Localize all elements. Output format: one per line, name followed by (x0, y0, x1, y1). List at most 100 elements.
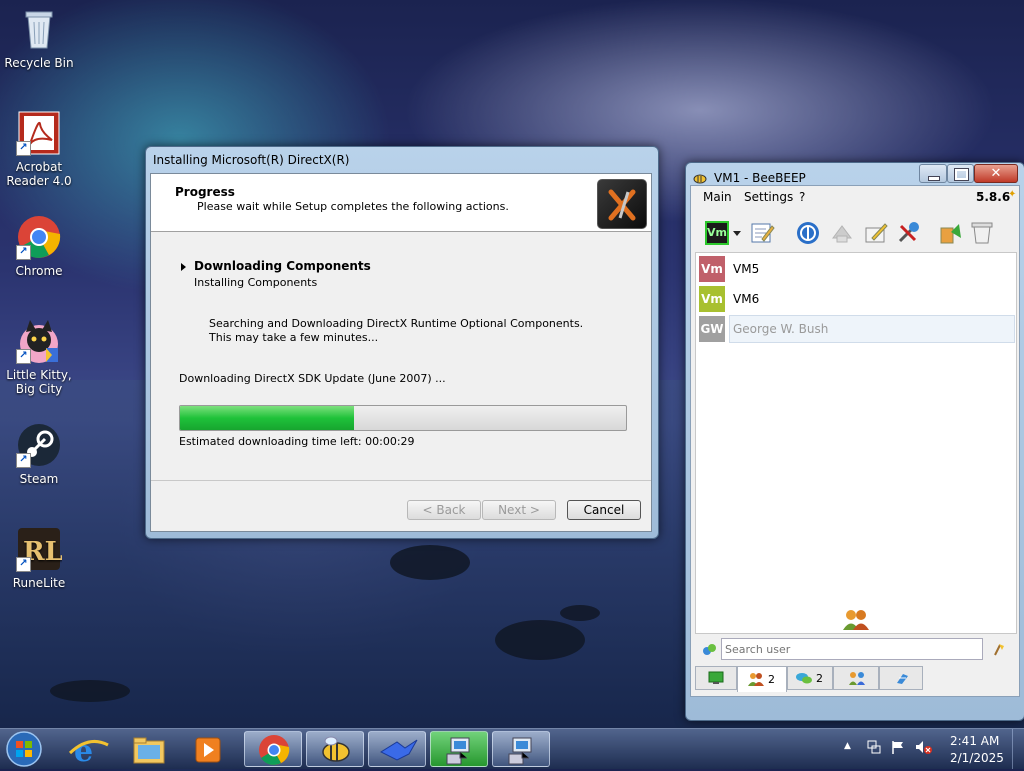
desktop-icon-label: Acrobat Reader 4.0 (6, 160, 72, 188)
avatar: Vm (699, 256, 725, 282)
shortcut-arrow-icon: ↗ (16, 349, 31, 364)
folder-icon (133, 737, 165, 764)
close-icon: ✕ (990, 166, 1002, 181)
start-button[interactable] (4, 730, 44, 768)
show-hidden-icons[interactable]: ▲ (844, 741, 851, 751)
taskbar-chrome[interactable] (244, 731, 302, 767)
installer-title: Installing Microsoft(R) DirectX(R) (153, 153, 350, 167)
tab-users-count: 2 (768, 673, 775, 686)
header-title: Progress (175, 185, 235, 199)
desktop-icon-acrobat[interactable]: ↗ Acrobat Reader 4.0 (4, 110, 74, 188)
taskbar-media-player[interactable] (180, 731, 238, 767)
installer-body: Progress Please wait while Setup complet… (150, 173, 652, 532)
tab-chats[interactable]: 2 (787, 666, 833, 690)
write-message-icon[interactable] (863, 220, 889, 246)
cat-game-icon: ↗ (16, 318, 62, 364)
desktop-icon-little-kitty[interactable]: ↗ Little Kitty, Big City (4, 318, 74, 396)
desktop-icon-runelite[interactable]: RL ↗ RuneLite (4, 526, 74, 590)
internet-explorer-icon: e (68, 734, 109, 769)
installer-window[interactable]: Installing Microsoft(R) DirectX(R) Progr… (145, 146, 659, 539)
close-button[interactable]: ✕ (974, 164, 1018, 183)
menu-help[interactable]: ? (799, 190, 805, 204)
beebeep-body: Main Settings ? 5.8.6 ✦ Vm Vm VM5 Vm VM6… (690, 185, 1020, 697)
desktop-icon-steam[interactable]: ↗ Steam (4, 422, 74, 486)
installer-header: Progress Please wait while Setup complet… (151, 174, 651, 232)
desktop-icon-label: Steam (19, 472, 59, 486)
shortcut-arrow-icon: ↗ (16, 141, 31, 156)
network-icon[interactable] (795, 220, 821, 246)
acrobat-icon: ↗ (16, 110, 62, 156)
monitor-icon (708, 671, 724, 684)
header-subtitle: Please wait while Setup completes the fo… (197, 200, 509, 213)
clock-date[interactable]: 2/1/2025 (950, 751, 1004, 765)
progress-bar-fill (180, 406, 354, 430)
broadcast-icon[interactable] (829, 220, 855, 246)
edit-profile-icon[interactable] (749, 220, 775, 246)
clock-time[interactable]: 2:41 AM (950, 734, 999, 748)
show-desktop-button[interactable] (1012, 729, 1024, 769)
svg-text:e: e (74, 734, 93, 767)
taskbar-beebeep[interactable] (306, 731, 364, 767)
eta-text: Estimated downloading time left: 00:00:2… (179, 435, 415, 448)
network-computer-icon (508, 737, 532, 765)
action-center-flag-icon[interactable] (890, 739, 906, 758)
rock (560, 605, 600, 621)
rock (50, 680, 130, 702)
taskbar-network-app-1[interactable] (430, 731, 488, 767)
desktop-icon-chrome[interactable]: ↗ Chrome (4, 214, 74, 278)
maximize-icon (954, 168, 969, 181)
step-current: Downloading Components (194, 259, 371, 273)
back-button[interactable]: < Back (407, 500, 481, 520)
volume-muted-icon[interactable] (914, 739, 932, 758)
tab-monitor[interactable] (695, 666, 737, 690)
tab-users[interactable]: 2 (737, 666, 787, 692)
chat-icon (796, 673, 812, 684)
taskbar-bird-app[interactable] (368, 731, 426, 767)
info-line-2: This may take a few minutes... (209, 331, 379, 344)
desktop-icon-label: Chrome (15, 264, 63, 278)
users-icon (748, 673, 764, 686)
beebeep-window[interactable]: VM1 - BeeBEEP ✕ Main Settings ? 5.8.6 ✦ … (685, 162, 1024, 721)
user-row-george-w-bush[interactable]: GW George W. Bush (699, 315, 1019, 343)
bee-icon (322, 736, 350, 762)
taskbar: e ▲ 2:41 AM 2/1/2025 (0, 728, 1024, 769)
chrome-icon (259, 735, 290, 765)
network-computer-icon (446, 737, 470, 765)
next-button[interactable]: Next > (482, 500, 556, 520)
download-status: Downloading DirectX SDK Update (June 200… (179, 372, 446, 385)
steam-icon: ↗ (16, 422, 62, 468)
tools-icon[interactable] (895, 220, 921, 246)
network-tray-icon[interactable] (866, 739, 882, 758)
clear-search-icon[interactable] (991, 641, 1007, 657)
shortcut-arrow-icon: ↗ (16, 557, 31, 572)
clear-icon[interactable] (969, 220, 995, 246)
step-next: Installing Components (194, 276, 318, 289)
update-star-icon: ✦ (1008, 189, 1017, 200)
tab-share[interactable] (879, 666, 923, 690)
step-arrow-icon (181, 263, 186, 271)
user-row-vm5[interactable]: Vm VM5 (699, 255, 1019, 283)
avatar: Vm (699, 286, 725, 312)
taskbar-network-app-2[interactable] (492, 731, 550, 767)
status-dropdown-icon[interactable] (733, 231, 741, 236)
desktop-icon-recycle-bin[interactable]: Recycle Bin (4, 6, 74, 70)
share-icon (897, 674, 908, 684)
menu-main[interactable]: Main (703, 190, 732, 204)
desktop-icon-label: Recycle Bin (4, 56, 74, 70)
cancel-button[interactable]: Cancel (567, 500, 641, 520)
taskbar-internet-explorer[interactable]: e (60, 731, 118, 769)
menu-settings[interactable]: Settings (744, 190, 793, 204)
desktop-icon-label: Little Kitty, Big City (6, 368, 72, 396)
groups-icon (849, 672, 865, 685)
minimize-button[interactable] (919, 164, 947, 183)
user-row-vm6[interactable]: Vm VM6 (699, 285, 1019, 313)
user-name: George W. Bush (733, 322, 829, 336)
taskbar-file-explorer[interactable] (120, 731, 178, 767)
status-vm-button[interactable]: Vm (705, 221, 729, 245)
search-user-input[interactable] (721, 638, 983, 660)
maximize-button[interactable] (947, 164, 974, 183)
tab-groups[interactable] (833, 666, 879, 690)
file-sharing-icon[interactable] (937, 220, 963, 246)
rock (390, 545, 470, 580)
tab-chats-count: 2 (816, 672, 823, 685)
